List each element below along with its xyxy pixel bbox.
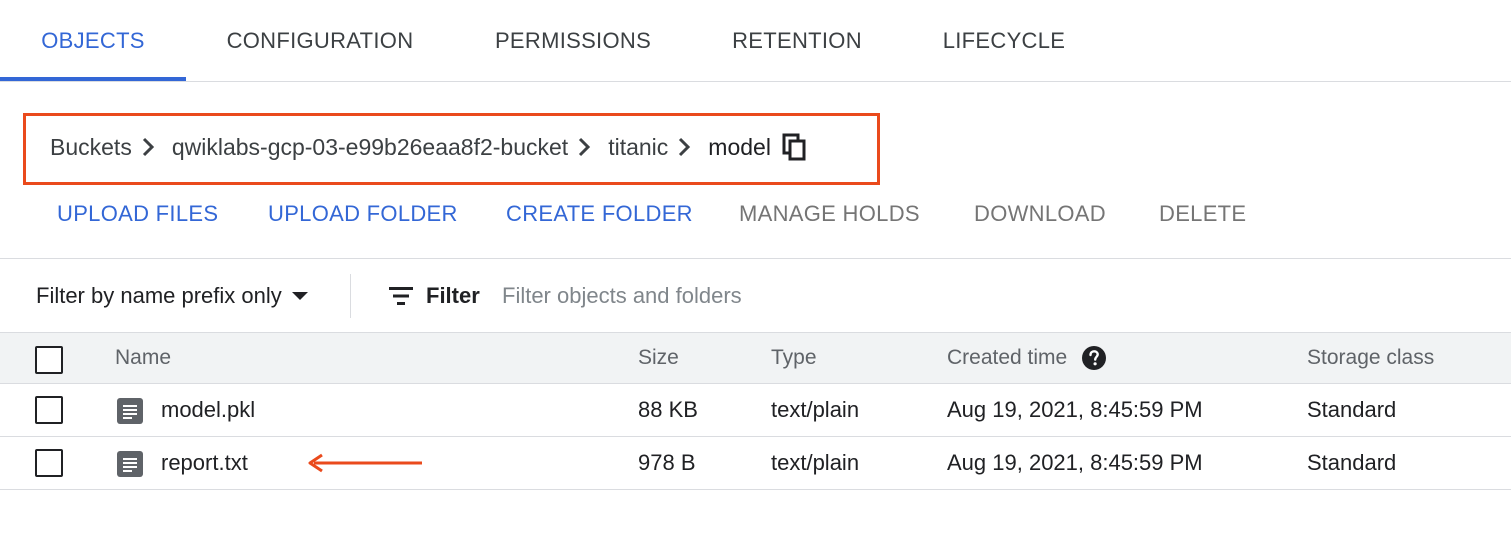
object-created: Aug 19, 2021, 8:45:59 PM: [947, 397, 1203, 422]
divider: [350, 274, 351, 318]
help-icon[interactable]: [1081, 345, 1107, 371]
create-folder-button[interactable]: CREATE FOLDER: [506, 190, 693, 238]
filter-bar: Filter by name prefix only Filter: [0, 260, 1511, 332]
object-size: 978 B: [638, 450, 696, 475]
breadcrumb-bucket[interactable]: qwiklabs-gcp-03-e99b26eaa8f2-bucket: [172, 134, 568, 161]
filter-prefix-label: Filter by name prefix only: [36, 283, 282, 308]
delete-button[interactable]: DELETE: [1159, 190, 1246, 238]
column-header-size[interactable]: Size: [638, 333, 679, 383]
tab-retention[interactable]: RETENTION: [716, 0, 878, 82]
table-row[interactable]: model.pkl 88 KB text/plain Aug 19, 2021,…: [0, 384, 1511, 437]
dropdown-caret-icon: [291, 292, 308, 300]
file-icon: [117, 398, 143, 424]
filter-input[interactable]: [502, 278, 1482, 314]
tab-bar: OBJECTS CONFIGURATION PERMISSIONS RETENT…: [0, 0, 1511, 82]
copy-icon[interactable]: [781, 133, 809, 161]
chevron-right-icon: [132, 126, 172, 168]
column-header-created-label: Created time: [947, 346, 1068, 369]
table-row[interactable]: report.txt 978 B text/plain Aug 19, 2021…: [0, 437, 1511, 490]
upload-files-button[interactable]: UPLOAD FILES: [57, 190, 218, 238]
filter-icon[interactable]: [388, 284, 414, 308]
object-type: text/plain: [771, 397, 860, 422]
breadcrumb-model: model: [708, 133, 771, 160]
breadcrumb: Buckets qwiklabs-gcp-03-e99b26eaa8f2-buc…: [50, 126, 809, 168]
tab-objects[interactable]: OBJECTS: [0, 0, 186, 82]
object-type: text/plain: [771, 450, 860, 475]
divider: [0, 258, 1511, 259]
row-checkbox[interactable]: [35, 449, 63, 477]
object-created: Aug 19, 2021, 8:45:59 PM: [947, 450, 1203, 475]
object-storage-class: Standard: [1307, 397, 1397, 422]
select-all-checkbox[interactable]: [35, 346, 63, 374]
manage-holds-button[interactable]: MANAGE HOLDS: [739, 190, 920, 238]
active-tab-indicator: [0, 77, 186, 81]
row-checkbox[interactable]: [35, 396, 63, 424]
object-storage-class: Standard: [1307, 450, 1397, 475]
column-header-name[interactable]: Name: [115, 333, 171, 383]
column-header-created[interactable]: Created time: [947, 333, 1107, 383]
filter-label[interactable]: Filter: [426, 260, 480, 332]
upload-folder-button[interactable]: UPLOAD FOLDER: [268, 190, 458, 238]
chevron-right-icon: [568, 126, 608, 168]
file-icon: [117, 451, 143, 477]
object-name[interactable]: model.pkl: [161, 384, 255, 436]
tab-permissions[interactable]: PERMISSIONS: [478, 0, 668, 82]
filter-prefix-select[interactable]: Filter by name prefix only: [36, 260, 308, 332]
chevron-right-icon: [668, 126, 708, 168]
tab-configuration[interactable]: CONFIGURATION: [204, 0, 436, 82]
object-name[interactable]: report.txt: [161, 437, 248, 489]
download-button[interactable]: DOWNLOAD: [974, 190, 1106, 238]
tab-lifecycle[interactable]: LIFECYCLE: [930, 0, 1078, 82]
breadcrumb-buckets[interactable]: Buckets: [50, 134, 132, 161]
arrow-left-icon: [308, 453, 422, 473]
action-toolbar: UPLOAD FILES UPLOAD FOLDER CREATE FOLDER…: [0, 190, 1511, 238]
column-header-type[interactable]: Type: [771, 333, 817, 383]
object-size: 88 KB: [638, 397, 698, 422]
column-header-storage[interactable]: Storage class: [1307, 333, 1434, 383]
table-header: Name Size Type Created time Storage clas…: [0, 332, 1511, 384]
breadcrumb-titanic[interactable]: titanic: [608, 134, 668, 161]
